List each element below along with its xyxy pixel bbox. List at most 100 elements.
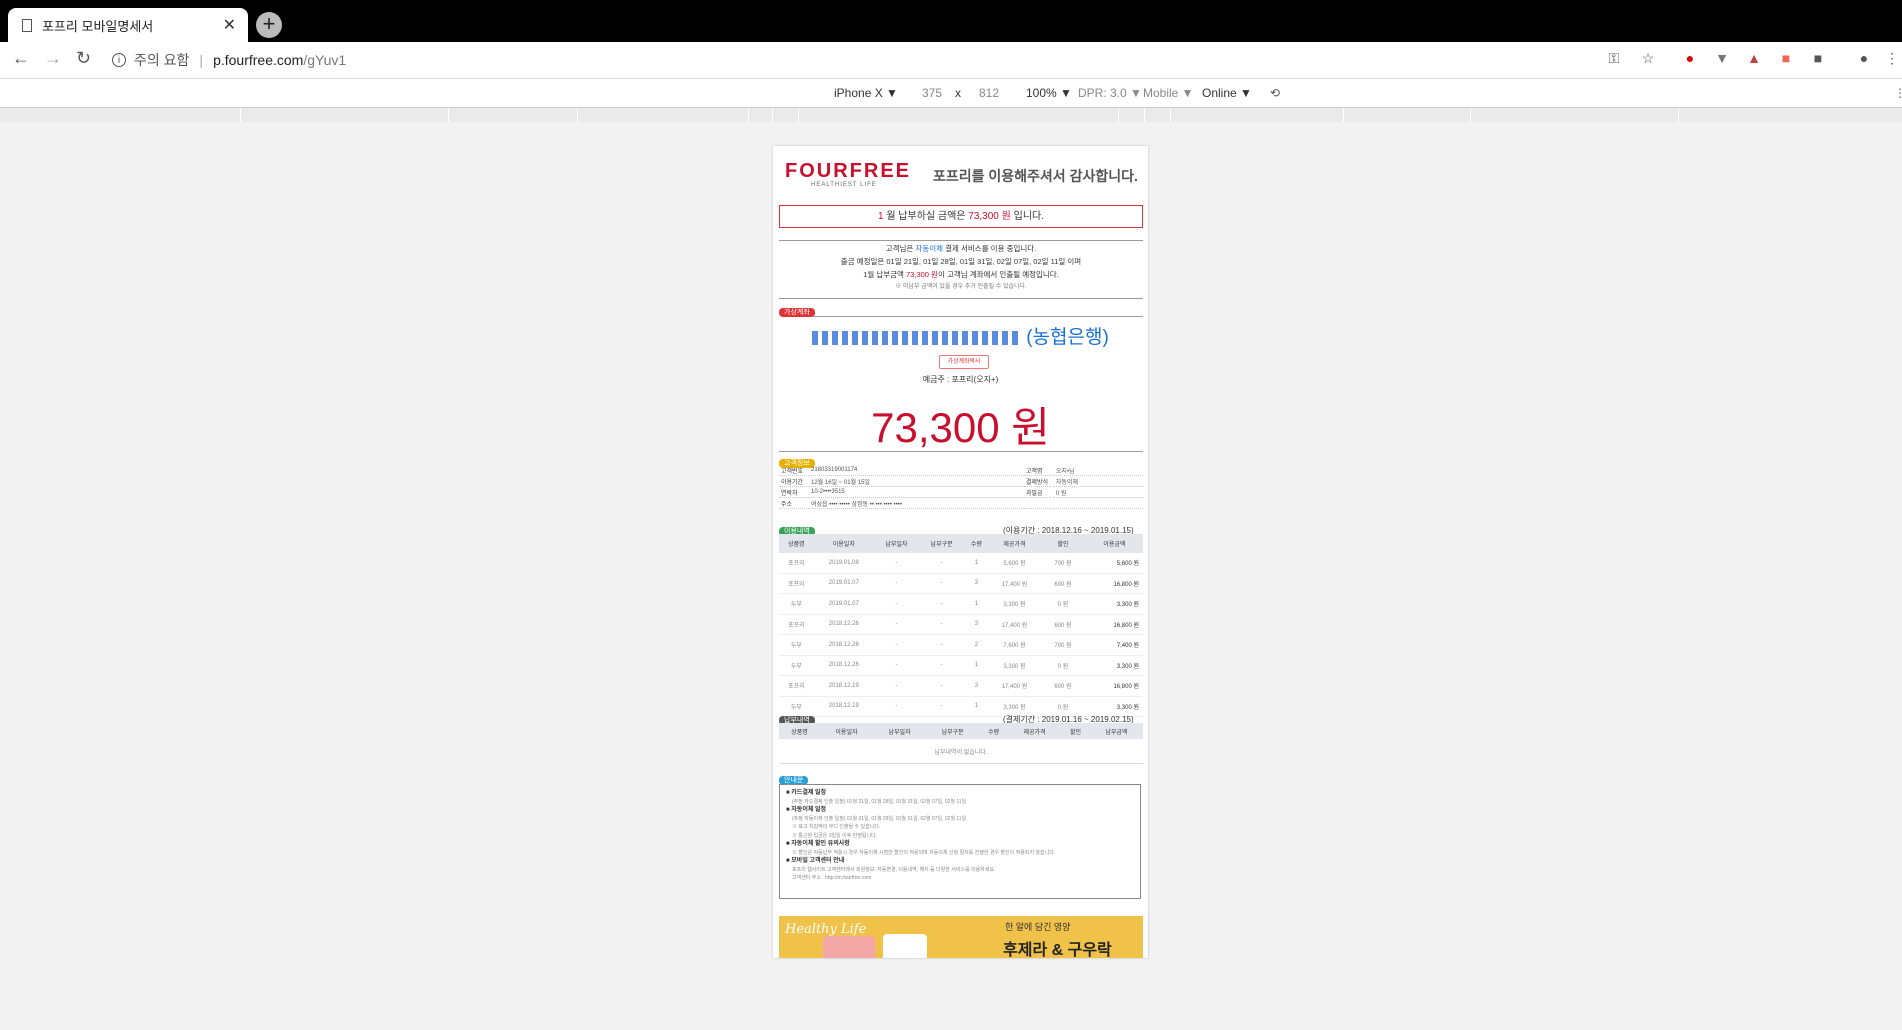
table-cell: 2018.12.26 [813,655,874,676]
table-cell: 600 원 [1040,675,1086,697]
device-select[interactable]: iPhone X ▼ [834,86,898,100]
masked-account [812,330,1023,345]
forward-icon[interactable]: → [44,48,62,69]
info-icon[interactable]: i [112,53,126,67]
reload-icon[interactable]: ↻ [76,48,91,69]
table-cell: - [873,553,920,574]
table-cell: 3 [964,614,989,635]
table-cell: - [919,573,965,594]
usage-header-cell: 납부일자 [873,534,920,553]
table-cell: 0 원 [1040,655,1086,676]
table-cell: 3 [964,573,989,594]
devtools-menu-icon[interactable]: ⋮ [1894,86,1902,100]
table-cell: - [919,634,965,656]
table-cell: - [919,593,965,615]
new-tab-button[interactable]: + [256,12,282,38]
table-cell: 600 원 [1040,614,1086,635]
browser-tab[interactable]: 포프리 모바일명세서 ✕ [8,8,248,42]
profile-icon[interactable]: ● [1856,50,1872,66]
table-cell: - [919,553,965,574]
document-icon [22,18,32,32]
virtual-account-tag: 가상계좌 [779,308,815,317]
table-row: 포프리 2019.01.08- -1 5,600 원 700 원 5,600 원 [779,553,1143,574]
table-cell: 2 [964,634,989,656]
close-tab-icon[interactable]: ✕ [223,15,236,35]
table-row: 두부 2019.01.07- -1 3,300 원0 원 3,300 원 [779,593,1143,615]
width-input[interactable]: 375 [922,86,942,100]
dimension-times: x [955,86,961,100]
zoom-select[interactable]: 100% ▼ [1026,86,1072,100]
page-header: FOURFREE HEALTHIEST LIFE 포프리를 이용해주셔서 감사합… [773,146,1148,196]
address-bar[interactable]: i 주의 요함 | p.fourfree.com /gYuv1 [112,48,1662,72]
table-row: 포프리 2019.01.07- -3 17,400 원 600 원 16,800 원 [779,573,1143,594]
usage-header-cell: 상품명 [779,534,814,553]
account-holder: 예금주 : 포프리(오지+) [922,375,999,384]
table-cell: 16,800 원 [1085,675,1143,697]
back-icon[interactable]: ← [12,48,30,69]
instapaper-icon[interactable]: ■ [1810,50,1826,66]
table-cell: 17,400 원 [988,675,1041,697]
table-cell: 2019.01.08 [813,553,874,574]
browser-toolbar: ← → ↻ i 주의 요함 | p.fourfree.com /gYuv1 ⚿ … [0,42,1902,79]
payment-header-cell: 상품명 [779,723,820,739]
media-query-ruler [0,108,1902,122]
divider [779,451,1143,452]
star-icon[interactable]: ☆ [1640,50,1656,66]
total-amount: 73,300 원 [871,404,1050,451]
rotate-icon[interactable]: ⟲ [1270,86,1280,100]
guide-box: ■ 카드결제 일정 (추정 카드결제 인출 일정) 01월 21일, 01월 2… [779,784,1141,899]
network-select[interactable]: Online ▼ [1202,86,1252,100]
payment-header-cell: 이용일자 [819,723,874,739]
table-cell: 3,300 원 [1085,655,1143,676]
payment-empty: 납부내역이 없습니다. [779,739,1143,764]
payment-header-cell: 납부일자 [873,723,927,739]
tab-strip: 포프리 모바일명세서 ✕ + [0,0,1902,42]
table-cell: - [873,614,920,635]
table-cell: 16,800 원 [1085,614,1143,635]
table-cell: 5,600 원 [988,553,1041,574]
mobile-viewport: FOURFREE HEALTHIEST LIFE 포프리를 이용해주셔서 감사합… [773,146,1148,958]
table-cell: - [919,655,965,676]
table-cell: 1 [964,553,989,574]
promo-banner[interactable]: Healthy Life 한 알에 담긴 영양 후제라 & 구우락 [779,916,1143,958]
table-cell: 17,400 원 [988,614,1041,635]
table-cell: 7,400 원 [1085,634,1143,656]
mode-select[interactable]: Mobile ▼ [1143,86,1194,100]
usage-table: 상품명 이용일자 납부일자 납부구분 수량 제공가격 할인 이용금액 포프리 2019.01.0… [779,534,1143,738]
table-cell: 600 원 [1040,573,1086,594]
banner-title: 후제라 & 구우락 [1003,942,1112,958]
table-cell: 포프리 [779,573,814,594]
usage-header-cell: 할인 [1040,534,1086,553]
table-cell: 두부 [779,634,814,656]
height-input[interactable]: 812 [979,86,999,100]
extension-icon[interactable]: ■ [1778,50,1794,66]
payment-header-cell: 할인 [1061,723,1090,739]
url-path: /gYuv1 [303,52,347,68]
payment-header-cell: 수량 [979,723,1008,739]
table-cell: 3,300 원 [988,593,1041,615]
logo-subtitle: HEALTHIEST LIFE [811,182,877,188]
dpr-select[interactable]: DPR: 3.0 ▼ [1078,86,1142,100]
usage-header-cell: 이용금액 [1085,534,1143,553]
virtual-account-number: (농협은행) [773,322,1148,349]
table-cell: 1 [964,593,989,615]
table-cell: 3 [964,675,989,697]
table-cell: 16,800 원 [1085,573,1143,594]
table-cell: 두부 [779,696,814,717]
customer-info-table: 고객번호 21803319001174 고객명 오지•님 이용기간 12월 16일 ~ … [779,465,1143,509]
key-icon[interactable]: ⚿ [1606,50,1622,66]
menu-icon[interactable]: ⋮ [1884,50,1900,66]
pdf-icon[interactable]: ▲ [1746,50,1762,66]
table-cell: - [873,655,920,676]
table-cell: 1 [964,696,989,717]
security-label[interactable]: 주의 요함 [134,50,189,70]
payment-header-cell: 제공가격 [1007,723,1062,739]
copy-account-button[interactable]: 가상계좌복사 [939,355,989,369]
table-cell: 17,400 원 [988,573,1041,594]
banner-script: Healthy Life [785,922,867,937]
table-cell: - [873,573,920,594]
table-cell: 2018.12.26 [813,634,874,656]
table-cell: 2018.12.26 [813,614,874,635]
vivaldi-icon[interactable]: ▼ [1714,50,1730,66]
opera-icon[interactable]: ● [1682,50,1698,66]
